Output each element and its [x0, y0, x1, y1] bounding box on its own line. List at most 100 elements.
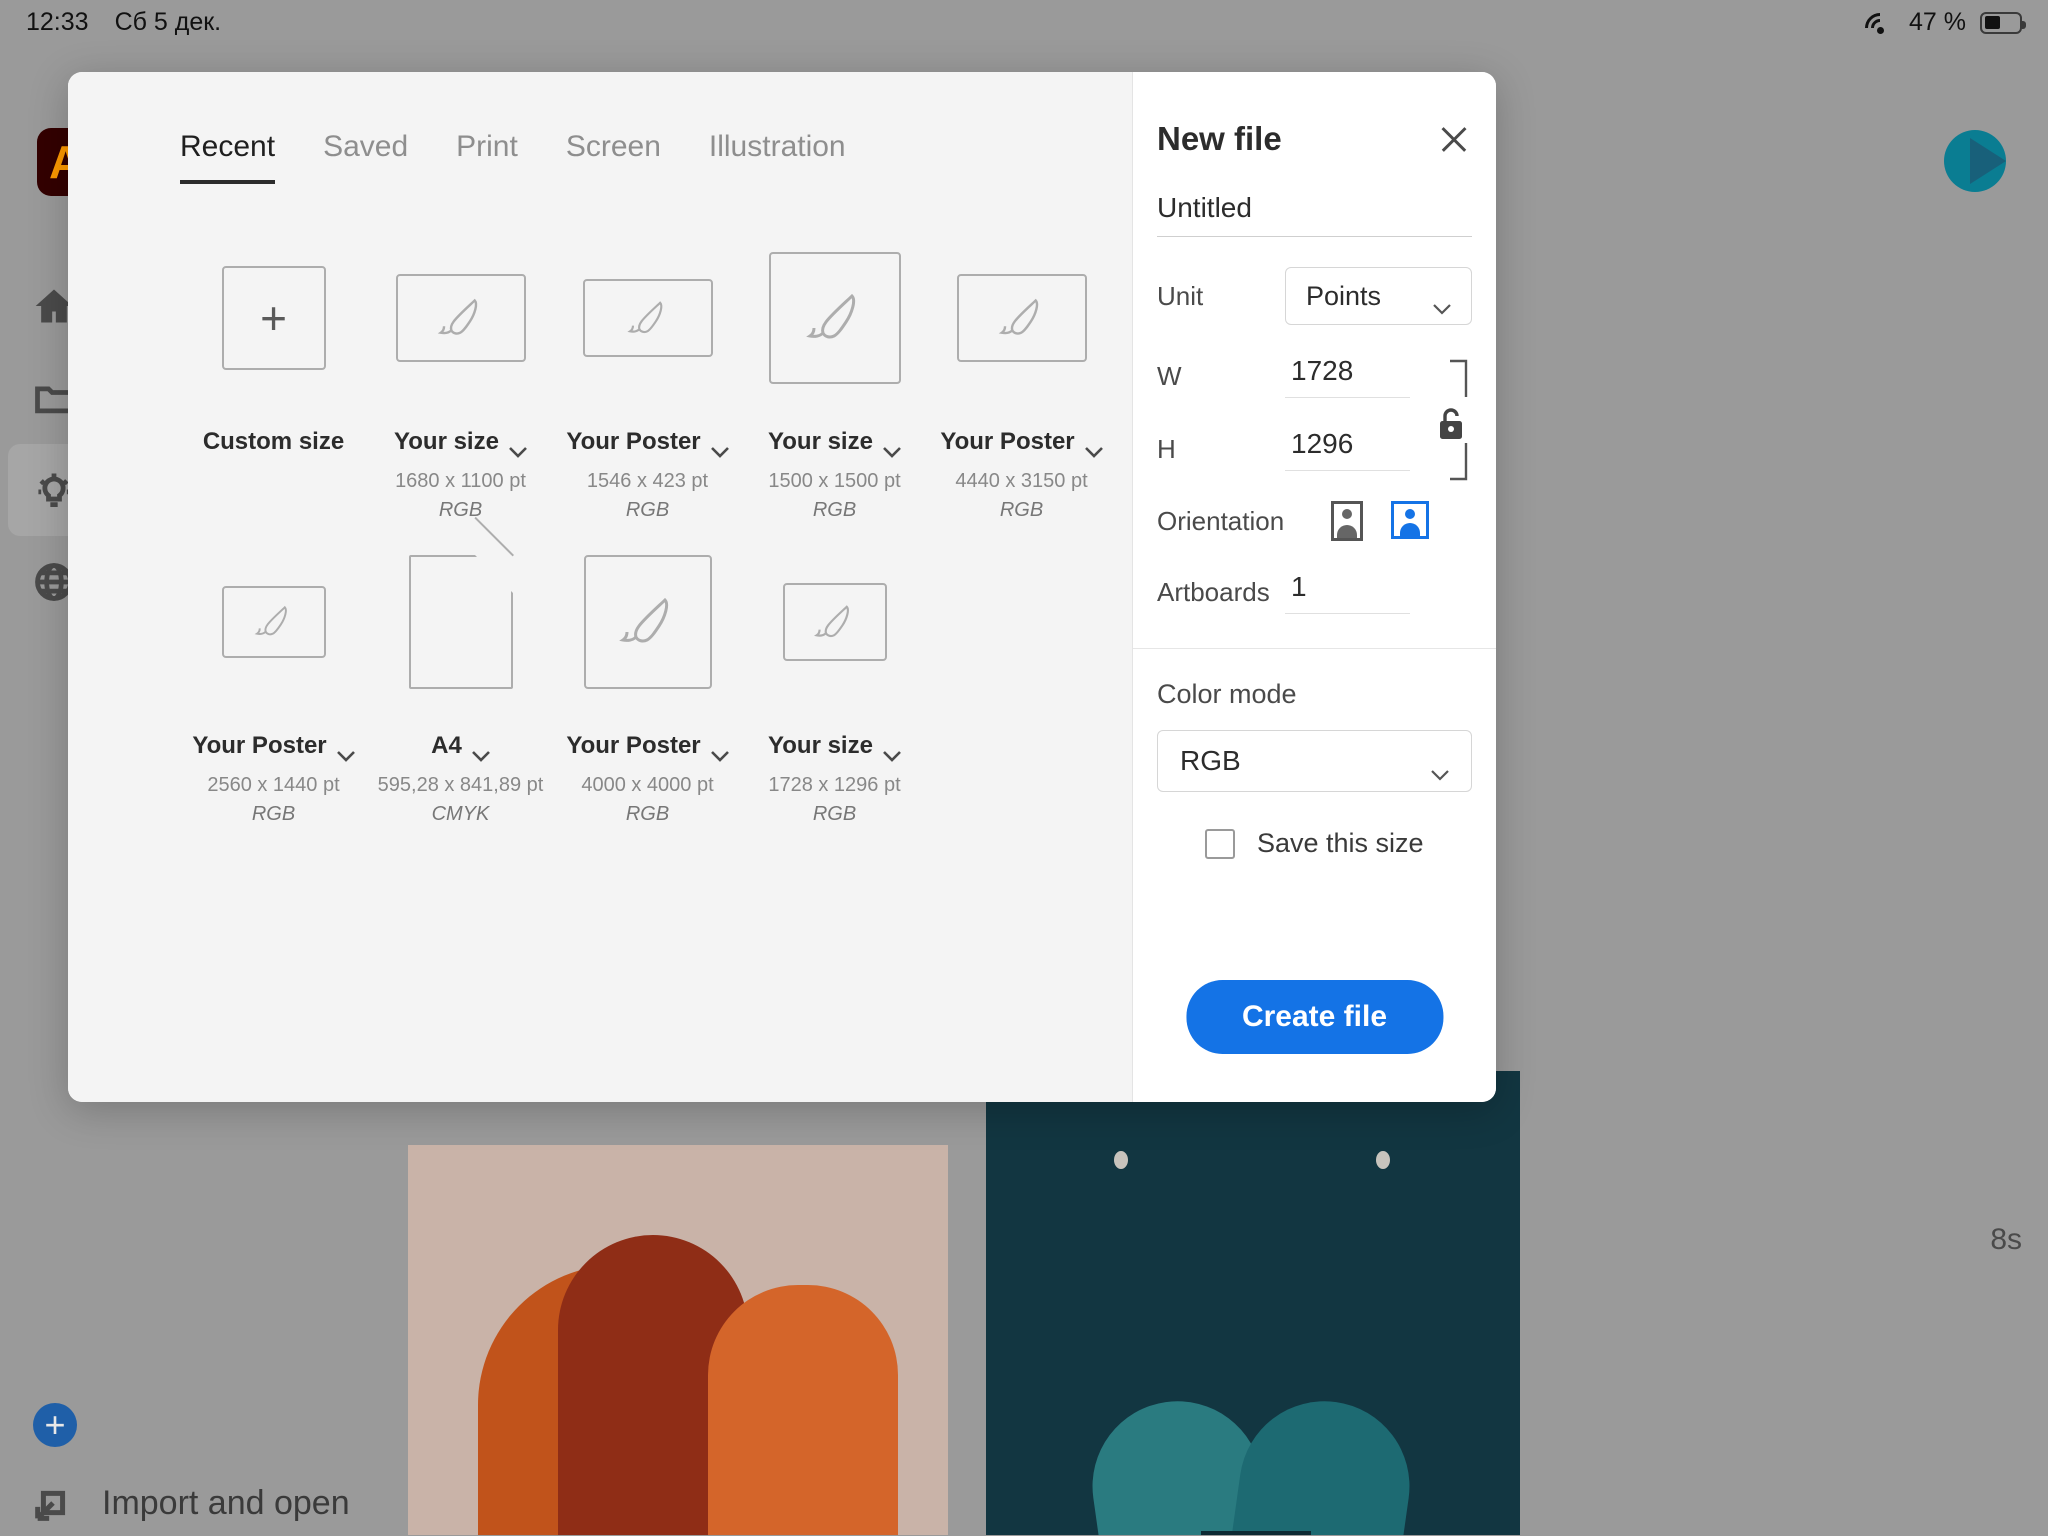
tab-print[interactable]: Print: [456, 130, 518, 176]
tab-illustration[interactable]: Illustration: [709, 130, 846, 176]
preset-title[interactable]: Your size: [768, 732, 901, 762]
chevron-down-icon: [1431, 756, 1449, 781]
unit-select[interactable]: Points: [1285, 267, 1472, 325]
height-row: H 1296: [1157, 428, 1472, 471]
thumbnail-wrap: [408, 522, 513, 722]
chevron-down-icon[interactable]: [883, 741, 901, 762]
chevron-down-icon[interactable]: [883, 437, 901, 458]
template-tabs: Recent Saved Print Screen Illustration: [68, 72, 1132, 184]
preset-title[interactable]: Your Poster: [940, 428, 1103, 458]
preset-grid: + Custom size Your size 1680 x 1100 pt RG…: [68, 176, 1132, 826]
close-icon[interactable]: [1436, 121, 1472, 157]
height-input[interactable]: 1296: [1285, 428, 1410, 471]
tab-recent[interactable]: Recent: [180, 130, 276, 184]
dimensions-group: W 1728 H 1296: [1157, 355, 1472, 481]
thumbnail-wrap: [956, 218, 1087, 418]
preset-title-label: Your Poster: [192, 732, 327, 759]
chevron-down-icon[interactable]: [710, 437, 729, 458]
file-name-input[interactable]: Untitled: [1157, 192, 1472, 237]
template-browser: Recent Saved Print Screen Illustration +…: [68, 72, 1132, 1102]
plus-icon: +: [44, 1404, 66, 1445]
chevron-down-icon: [1433, 291, 1451, 315]
width-row: W 1728: [1157, 355, 1472, 398]
brush-icon: [254, 606, 287, 636]
chevron-down-icon[interactable]: [1084, 437, 1103, 458]
tab-saved[interactable]: Saved: [323, 130, 408, 176]
preset-title-label: Your size: [394, 428, 499, 455]
thumbnail-wrap: +: [221, 218, 326, 418]
preset-title[interactable]: Your Poster: [192, 732, 355, 762]
status-left: 12:33 Сб 5 дек.: [26, 8, 221, 37]
color-mode-select[interactable]: RGB: [1157, 730, 1472, 792]
preset-size: 1680 x 1100 pt: [395, 470, 526, 492]
chevron-down-icon[interactable]: [471, 741, 490, 762]
preset-title-label: Your size: [768, 732, 873, 759]
preset-thumbnail[interactable]: [395, 274, 526, 362]
thumbnail-wrap: [768, 218, 901, 418]
preset-thumbnail[interactable]: [956, 274, 1087, 362]
panel-header: New file: [1157, 72, 1472, 158]
preset-card[interactable]: + Custom size: [180, 218, 367, 522]
custom-size-thumbnail[interactable]: +: [221, 266, 326, 370]
thumbnail-wrap: [782, 522, 887, 722]
plus-icon: +: [260, 292, 287, 344]
document-thumbnail[interactable]: [408, 555, 513, 689]
preset-size: 595,28 x 841,89 pt: [377, 774, 544, 796]
preset-color-mode: RGB: [625, 803, 670, 825]
preset-color-mode: RGB: [812, 499, 857, 521]
recent-card-orange[interactable]: [408, 1145, 948, 1535]
landscape-icon[interactable]: [1391, 501, 1429, 539]
thumbnail-wrap: [582, 218, 713, 418]
teal-leaf-right: [1221, 1390, 1421, 1535]
preset-card[interactable]: Your size 1680 x 1100 pt RGB: [367, 218, 554, 522]
status-date: Сб 5 дек.: [114, 8, 222, 36]
preset-title[interactable]: Your size: [768, 428, 901, 458]
preset-thumbnail[interactable]: [583, 555, 712, 689]
preset-thumbnail[interactable]: [782, 583, 887, 661]
save-size-checkbox[interactable]: [1205, 828, 1235, 859]
carousel-dot[interactable]: [1376, 1151, 1390, 1169]
preset-title[interactable]: Your Poster: [566, 428, 729, 458]
preset-card[interactable]: Your Poster 2560 x 1440 pt RGB: [180, 522, 367, 826]
preset-title[interactable]: A4: [431, 732, 490, 762]
preset-title[interactable]: Custom size: [203, 428, 344, 456]
preset-card[interactable]: Your Poster 1546 x 423 pt RGB: [554, 218, 741, 522]
import-and-open-row[interactable]: Import and open: [30, 1480, 350, 1526]
preset-size: 1500 x 1500 pt: [768, 470, 901, 492]
preset-card[interactable]: Your size 1728 x 1296 pt RGB: [741, 522, 928, 826]
new-project-button[interactable]: +: [33, 1403, 77, 1447]
preset-title[interactable]: Your size: [394, 428, 527, 458]
preset-card[interactable]: A4 595,28 x 841,89 pt CMYK: [367, 522, 554, 826]
save-size-label: Save this size: [1257, 828, 1424, 858]
portrait-icon[interactable]: [1331, 501, 1363, 541]
preset-thumbnail[interactable]: [582, 279, 713, 357]
preset-title-label: Your size: [768, 428, 873, 455]
create-file-button[interactable]: Create file: [1185, 980, 1444, 1054]
chevron-down-icon[interactable]: [710, 741, 729, 762]
preset-card[interactable]: Your Poster 4000 x 4000 pt RGB: [554, 522, 741, 826]
orientation-row: Orientation: [1157, 501, 1472, 541]
preset-card[interactable]: Your size 1500 x 1500 pt RGB: [741, 218, 928, 522]
preset-title-label: Custom size: [202, 428, 345, 455]
recent-card-teal[interactable]: [986, 1071, 1520, 1535]
save-size-row[interactable]: Save this size: [1157, 828, 1472, 859]
preset-title[interactable]: Your Poster: [566, 732, 729, 762]
brush-icon: [626, 300, 662, 333]
chevron-down-icon[interactable]: [336, 741, 355, 762]
preset-thumbnail[interactable]: [768, 252, 901, 384]
preset-size: 2560 x 1440 pt: [207, 774, 340, 796]
unit-value: Points: [1306, 280, 1382, 311]
artboards-input[interactable]: 1: [1285, 571, 1410, 614]
panel-title: New file: [1157, 120, 1282, 157]
unlock-icon[interactable]: [1434, 403, 1468, 443]
avatar[interactable]: [1944, 130, 2006, 192]
orientation-label: Orientation: [1157, 505, 1285, 536]
preset-card[interactable]: Your Poster 4440 x 3150 pt RGB: [928, 218, 1115, 522]
new-file-panel: New file Untitled Unit Points W 1728 H 1…: [1132, 72, 1496, 1102]
carousel-dot[interactable]: [1114, 1151, 1128, 1169]
tab-screen[interactable]: Screen: [566, 130, 661, 176]
preset-title-label: A4: [431, 732, 462, 759]
preset-thumbnail[interactable]: [221, 586, 326, 658]
width-input[interactable]: 1728: [1285, 355, 1410, 398]
chevron-down-icon[interactable]: [509, 437, 527, 458]
